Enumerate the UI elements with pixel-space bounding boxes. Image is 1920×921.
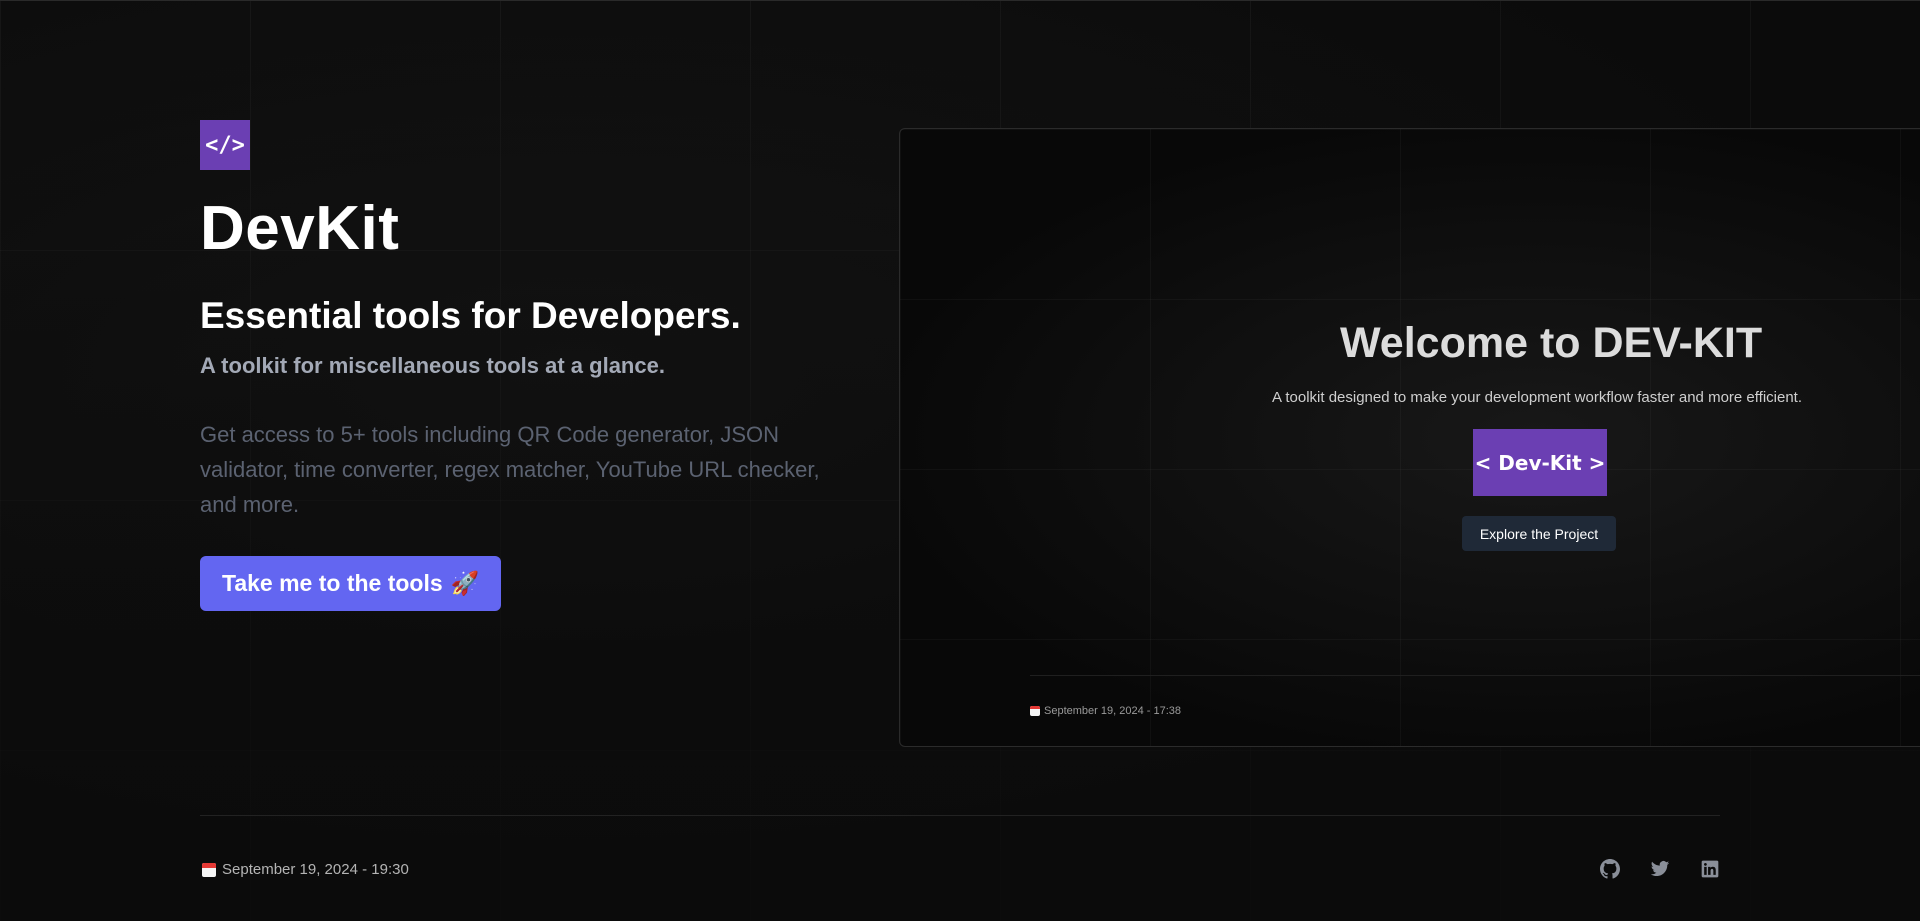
hero-section: </> DevKit Essential tools for Developer…: [200, 120, 840, 611]
preview-screenshot: Welcome to DEV-KIT A toolkit designed to…: [899, 128, 1920, 747]
brand-title: DevKit: [200, 194, 400, 263]
social-links: [1600, 859, 1720, 879]
preview-date: September 19, 2024 - 17:38: [1030, 705, 1181, 717]
footer-date: September 19, 2024 - 19:30: [202, 861, 409, 878]
calendar-icon: [202, 862, 216, 877]
github-icon[interactable]: [1600, 859, 1620, 879]
top-border: [0, 0, 1920, 1]
devkit-logo: < Dev-Kit >: [1473, 429, 1607, 496]
footer-date-text: September 19, 2024 - 19:30: [222, 861, 409, 878]
landing-page: </> DevKit Essential tools for Developer…: [0, 0, 1920, 921]
take-me-to-tools-button[interactable]: Take me to the tools 🚀: [200, 555, 502, 611]
linkedin-icon[interactable]: [1700, 859, 1720, 879]
tagline: Essential tools for Developers.: [200, 295, 741, 336]
cta-label: Take me to the tools: [222, 569, 443, 596]
description: Get access to 5+ tools including QR Code…: [200, 421, 820, 517]
twitter-icon[interactable]: [1650, 859, 1670, 879]
rocket-icon: 🚀: [450, 569, 480, 596]
footer-divider: [200, 815, 1720, 816]
subtitle: A toolkit for miscellaneous tools at a g…: [200, 352, 665, 378]
calendar-icon: [1030, 706, 1040, 716]
preview-divider: [1030, 675, 1920, 676]
preview-description: A toolkit designed to make your developm…: [1272, 389, 1803, 406]
explore-project-button[interactable]: Explore the Project: [1462, 516, 1616, 551]
code-logo-icon: </>: [200, 120, 250, 170]
preview-date-text: September 19, 2024 - 17:38: [1044, 705, 1181, 717]
preview-title: Welcome to DEV-KIT: [1340, 319, 1763, 367]
